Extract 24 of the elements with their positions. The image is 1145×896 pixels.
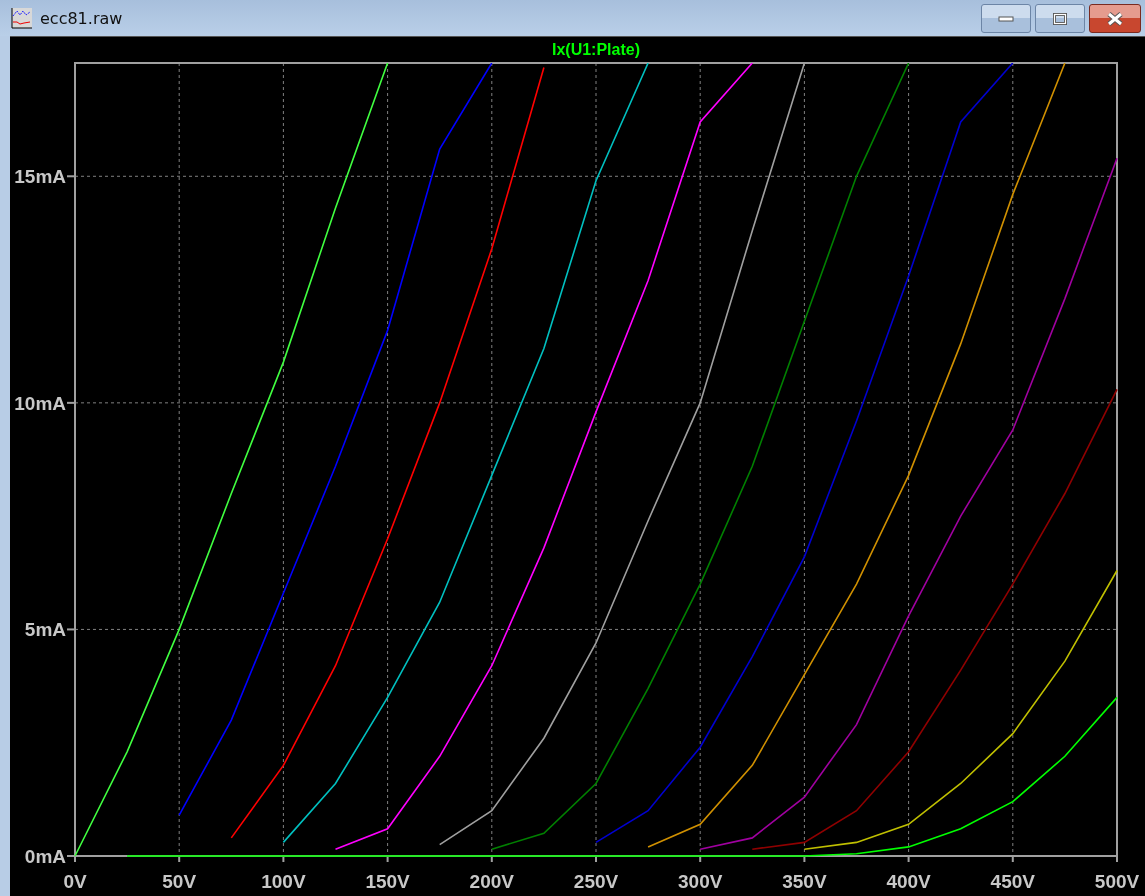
x-axis-tick-label: 250V [573, 871, 619, 892]
x-axis-tick-label: 350V [782, 871, 827, 892]
y-axis-tick-label: 5mA [24, 619, 66, 641]
close-icon [1106, 11, 1124, 26]
y-axis-tick-label: 15mA [14, 166, 66, 188]
maximize-icon [1053, 12, 1067, 25]
x-axis-tick-label: 50V [162, 871, 197, 892]
x-axis-tick-label: 100V [261, 871, 306, 892]
x-axis-tick-label: 450V [990, 871, 1035, 892]
x-axis-tick-label: 200V [469, 871, 514, 892]
y-axis-tick-label: 0mA [24, 846, 66, 867]
waveform-app-icon [10, 6, 34, 30]
window-title: ecc81.raw [40, 8, 123, 28]
x-axis-tick-label: 0V [63, 871, 87, 892]
minimize-icon [998, 15, 1014, 22]
x-axis-tick-label: 500V [1094, 871, 1140, 892]
maximize-button[interactable] [1035, 4, 1085, 33]
x-axis-tick-label: 150V [365, 871, 410, 892]
chart-title: Ix(U1:Plate) [552, 41, 640, 58]
x-axis-tick-label: 400V [886, 871, 931, 892]
x-axis-tick-label: 300V [678, 871, 723, 892]
y-axis-tick-label: 10mA [14, 392, 66, 414]
minimize-button[interactable] [981, 4, 1031, 33]
close-button[interactable] [1089, 4, 1141, 33]
